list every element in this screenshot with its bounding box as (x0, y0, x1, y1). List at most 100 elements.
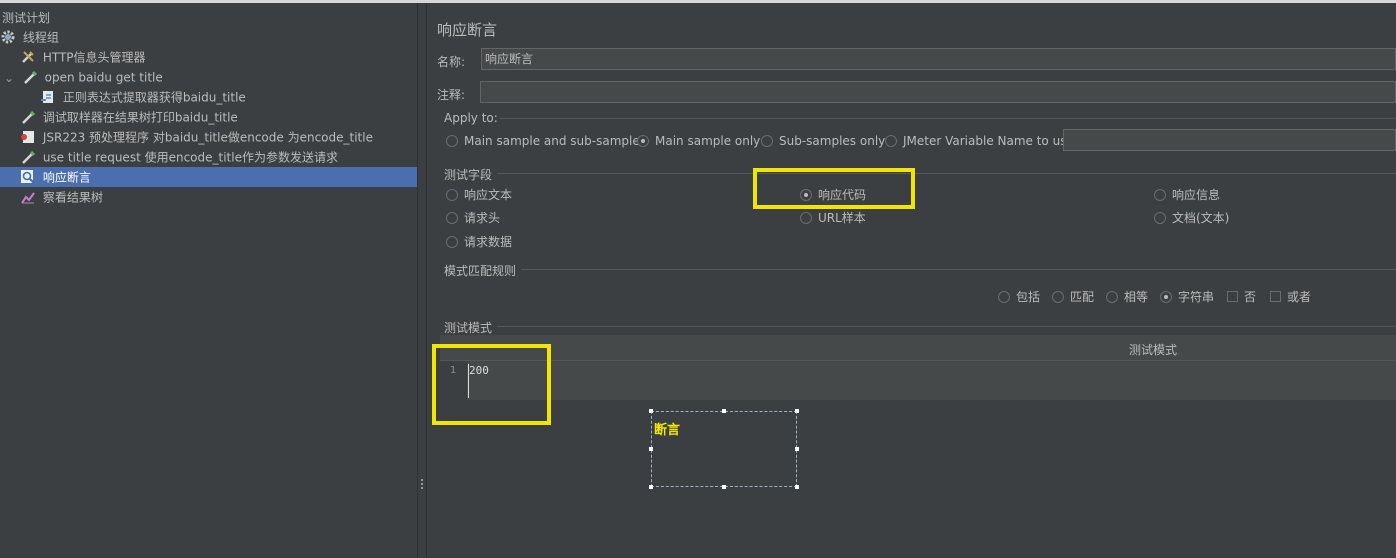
radio-circle[interactable] (446, 211, 458, 224)
section-divider (521, 269, 1396, 270)
radio-label: 请求数据 (464, 235, 513, 249)
radio-circle[interactable] (800, 211, 812, 224)
radio-request-data[interactable]: 请求数据 (446, 233, 512, 250)
test-patterns-label: 测试模式 (444, 321, 493, 335)
tree-item-label: 调试取样器在结果树打印baidu_title (42, 110, 238, 125)
radio-circle[interactable] (761, 134, 773, 147)
radio-circle[interactable] (446, 235, 458, 248)
radio-label: 相等 (1124, 290, 1149, 304)
tree-item-label: 察看结果树 (42, 190, 103, 205)
resize-handle[interactable] (722, 485, 726, 489)
resize-handle[interactable] (795, 485, 799, 489)
section-divider (500, 118, 1396, 119)
radio-contains[interactable]: 包括 (998, 288, 1040, 305)
tree-item-label: 测试计划 (2, 10, 51, 25)
tree-item-label: HTTP信息头管理器 (42, 50, 146, 65)
radio-substring[interactable]: 字符串 (1160, 288, 1214, 305)
radio-label: Main sample and sub-samples (464, 134, 646, 148)
radio-circle[interactable] (637, 134, 649, 147)
radio-circle[interactable] (446, 188, 458, 201)
radio-circle[interactable] (1160, 290, 1172, 303)
radio-label: Sub-samples only (779, 134, 886, 148)
radio-main-and-sub-samples[interactable]: Main sample and sub-samples (446, 134, 646, 148)
resize-handle[interactable] (649, 447, 653, 451)
resize-handle[interactable] (649, 485, 653, 489)
checkbox-box[interactable] (1270, 291, 1281, 302)
resize-handle[interactable] (795, 409, 799, 413)
highlight-box-pattern (432, 344, 551, 425)
radio-response-message[interactable]: 响应信息 (1154, 186, 1220, 203)
tree-item-jsr223-preprocessor[interactable]: JSR223 预处理程序 对baidu_title做encode 为encode… (0, 127, 417, 147)
radio-circle[interactable] (998, 290, 1010, 303)
annotation-box[interactable]: 断言 (649, 409, 799, 489)
patterns-table-header: 测试模式 (440, 335, 1396, 361)
script-icon (20, 129, 36, 145)
section-divider (497, 173, 1396, 174)
column-header-test-patterns[interactable]: 测试模式 (1129, 341, 1177, 358)
radio-label: 字符串 (1178, 290, 1215, 304)
pipette-icon (22, 69, 38, 85)
document-arrow-icon (40, 89, 56, 105)
tree-item-open-baidu[interactable]: ⌄ open baidu get title (0, 67, 417, 87)
radio-url-sampled[interactable]: URL样本 (800, 209, 866, 226)
radio-jmeter-variable[interactable]: JMeter Variable Name to use (885, 134, 1074, 148)
splitter-grip-icon[interactable] (421, 479, 423, 491)
radio-request-headers[interactable]: 请求头 (446, 209, 500, 226)
checkbox-or[interactable]: 或者 (1270, 288, 1311, 305)
radio-main-sample-only[interactable]: Main sample only (637, 134, 760, 148)
radio-label: 请求头 (464, 211, 501, 225)
tree-item-debug-sampler[interactable]: 调试取样器在结果树打印baidu_title (0, 107, 417, 127)
tree-item-http-header-manager[interactable]: HTTP信息头管理器 (0, 47, 417, 67)
resize-handle[interactable] (649, 409, 653, 413)
radio-label: JMeter Variable Name to use (903, 134, 1074, 148)
apply-to-label: Apply to: (444, 111, 498, 125)
radio-circle[interactable] (1154, 211, 1166, 224)
chart-icon (20, 189, 36, 205)
tree-item-use-title-request[interactable]: use title request 使用encode_title作为参数发送请求 (0, 147, 417, 167)
radio-document-text[interactable]: 文档(文本) (1154, 209, 1229, 226)
patterns-table-body[interactable]: 1 200 (440, 361, 1396, 400)
tree-item-label: 正则表达式提取器获得baidu_title (62, 90, 246, 105)
jmeter-variable-field[interactable] (1063, 129, 1396, 151)
radio-label: 匹配 (1070, 290, 1095, 304)
radio-label: 包括 (1016, 290, 1041, 304)
gear-icon (0, 29, 16, 45)
radio-equals[interactable]: 相等 (1106, 288, 1148, 305)
resize-handle[interactable] (722, 409, 726, 413)
wrench-icon (20, 49, 36, 65)
tree-item-regex-extractor[interactable]: 正则表达式提取器获得baidu_title (0, 87, 417, 107)
radio-sub-samples-only[interactable]: Sub-samples only (761, 134, 885, 148)
tree-item-thread-group[interactable]: 线程组 (0, 27, 417, 47)
checkbox-not[interactable]: 否 (1227, 288, 1256, 305)
radio-circle[interactable] (446, 134, 458, 147)
radio-circle[interactable] (1052, 290, 1064, 303)
radio-circle[interactable] (885, 134, 897, 147)
test-field-label: 测试字段 (444, 168, 493, 182)
resize-handle[interactable] (795, 447, 799, 451)
tree-item-test-plan[interactable]: 测试计划 (0, 7, 417, 27)
tree-item-label: open baidu get title (44, 70, 163, 85)
radio-matches[interactable]: 匹配 (1052, 288, 1094, 305)
checkbox-label: 或者 (1287, 290, 1312, 304)
chevron-down-icon[interactable]: ⌄ (0, 68, 18, 88)
tree-item-response-assertion[interactable]: 响应断言 (0, 167, 417, 187)
radio-response-text[interactable]: 响应文本 (446, 186, 512, 203)
tree-item-view-results-tree[interactable]: 察看结果树 (0, 187, 417, 207)
comment-label: 注释: (437, 88, 466, 102)
panel-splitter[interactable] (417, 3, 427, 558)
test-plan-tree[interactable]: 测试计划 线程组 HTTP信息头管理器 ⌄ open baidu get tit… (0, 3, 417, 558)
response-assertion-panel: 响应断言 名称: 响应断言 注释: Apply to: Main sample … (427, 3, 1396, 558)
radio-label: URL样本 (818, 211, 866, 225)
radio-label: Main sample only (655, 134, 761, 148)
checkbox-box[interactable] (1227, 291, 1238, 302)
match-rules-label: 模式匹配规则 (444, 264, 517, 278)
annotation-text: 断言 (654, 423, 681, 438)
radio-circle[interactable] (1154, 188, 1166, 201)
checkbox-label: 否 (1244, 290, 1257, 304)
pipette-icon (20, 149, 36, 165)
radio-label: 响应文本 (464, 188, 513, 202)
comment-field[interactable] (480, 81, 1396, 103)
name-field[interactable]: 响应断言 (481, 48, 1396, 70)
radio-circle[interactable] (1106, 290, 1118, 303)
magnifier-icon (20, 169, 36, 185)
